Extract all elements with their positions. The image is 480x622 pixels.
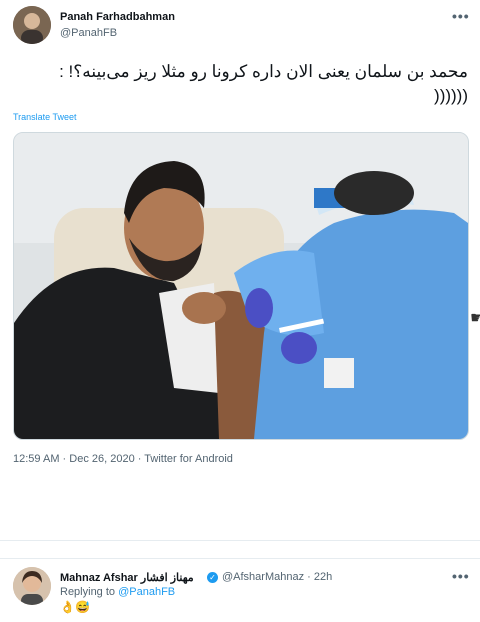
section-divider-2 xyxy=(0,558,480,559)
tweet-text-line1: محمد بن سلمان یعنی الان داره کرونا رو مث… xyxy=(59,62,468,81)
verified-badge-icon: ✓ xyxy=(207,572,218,583)
reply-author-avatar[interactable] xyxy=(13,567,51,605)
tweet-text: محمد بن سلمان یعنی الان داره کرونا رو مث… xyxy=(20,60,468,108)
author-handle[interactable]: @PanahFB xyxy=(60,27,117,39)
tweet-timestamp[interactable]: 12:59 AM · Dec 26, 2020 · Twitter for An… xyxy=(13,453,233,465)
tweet-text-line2: (((((( xyxy=(434,86,468,105)
section-divider xyxy=(0,540,480,541)
reply-more-options-icon[interactable]: ••• xyxy=(452,568,470,584)
replying-to-prefix: Replying to xyxy=(60,586,116,598)
translate-tweet-link[interactable]: Translate Tweet xyxy=(13,112,77,122)
reply-author-name[interactable]: Mahnaz Afshar مهناز افشار xyxy=(60,571,194,584)
reply-time: · 22h xyxy=(307,571,333,583)
author-avatar[interactable] xyxy=(13,6,51,44)
author-name[interactable]: Panah Farhadbahman xyxy=(60,11,175,23)
photo-illustration xyxy=(14,133,468,439)
tweet-media-photo[interactable] xyxy=(13,132,469,440)
reply-handle-text[interactable]: @AfsharMahnaz xyxy=(222,571,304,583)
replying-to: Replying to @PanahFB xyxy=(60,586,175,598)
replying-to-handle[interactable]: @PanahFB xyxy=(118,586,175,598)
reply-author-handle[interactable]: @AfsharMahnaz · 22h xyxy=(222,571,332,583)
more-options-icon[interactable]: ••• xyxy=(452,8,470,24)
cursor-icon: ☛ xyxy=(470,310,480,327)
reply-text: 👌😅 xyxy=(60,600,90,614)
